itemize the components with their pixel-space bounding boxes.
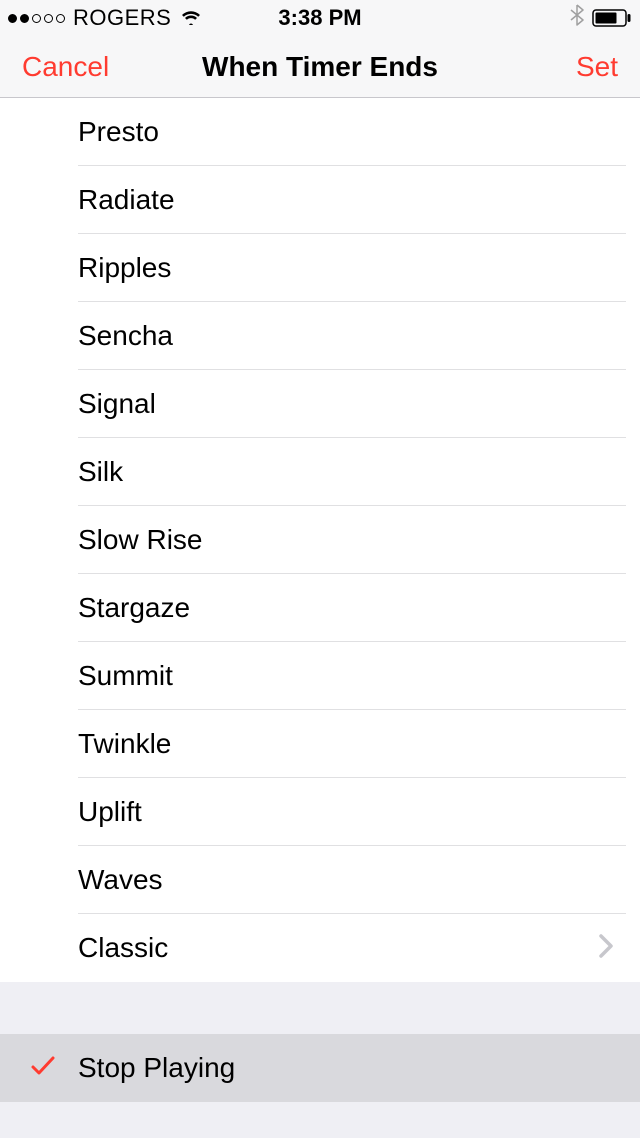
nav-bar: Cancel When Timer Ends Set [0,36,640,98]
stop-playing-label: Stop Playing [78,1052,614,1084]
set-button[interactable]: Set [576,51,618,83]
sound-label: Slow Rise [78,524,614,556]
sound-row[interactable]: Silk [0,438,640,506]
sound-row[interactable]: Stargaze [0,574,640,642]
sound-label: Sencha [78,320,614,352]
sound-label: Silk [78,456,614,488]
sound-list: Presto Radiate Ripples Sencha Signal Silk Slow… [0,98,640,1102]
sound-row[interactable]: Signal [0,370,640,438]
sound-row[interactable]: Radiate [0,166,640,234]
sound-label: Radiate [78,184,614,216]
sound-label: Uplift [78,796,614,828]
sound-row[interactable]: Ripples [0,234,640,302]
page-title: When Timer Ends [202,51,438,83]
sound-label: Presto [78,116,614,148]
signal-strength-icon [8,14,65,23]
sound-row[interactable]: Summit [0,642,640,710]
battery-icon [592,9,632,27]
sound-row[interactable]: Sencha [0,302,640,370]
sound-row[interactable]: Waves [0,846,640,914]
sound-label: Stargaze [78,592,614,624]
status-right [570,4,632,32]
sound-row[interactable]: Classic [0,914,640,982]
cancel-button[interactable]: Cancel [22,51,109,83]
sound-label: Twinkle [78,728,614,760]
sound-label: Signal [78,388,614,420]
status-left: ROGERS [8,5,201,31]
sound-row[interactable]: Uplift [0,778,640,846]
sound-label: Ripples [78,252,614,284]
chevron-right-icon [598,933,614,964]
sound-label: Summit [78,660,614,692]
stop-playing-row[interactable]: Stop Playing [0,1034,640,1102]
wifi-icon [181,5,201,31]
sound-row[interactable]: Presto [0,98,640,166]
carrier-label: ROGERS [73,5,171,31]
sound-label: Classic [78,932,598,964]
checkmark-icon [30,1053,56,1084]
bluetooth-icon [570,4,584,32]
section-gap [0,982,640,1034]
status-time: 3:38 PM [278,5,361,31]
status-bar: ROGERS 3:38 PM [0,0,640,36]
sound-row[interactable]: Slow Rise [0,506,640,574]
sound-label: Waves [78,864,614,896]
sound-row[interactable]: Twinkle [0,710,640,778]
